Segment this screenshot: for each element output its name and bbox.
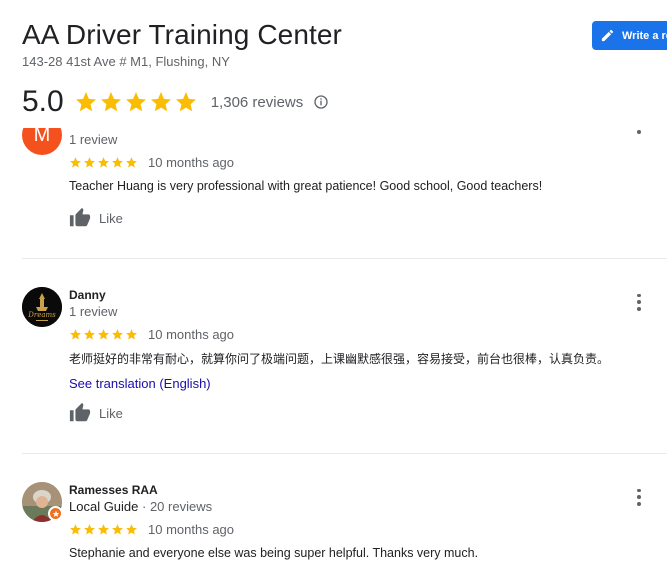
review-text: Teacher Huang is very professional with …: [69, 179, 543, 193]
more-vert-dot: [637, 306, 641, 311]
like-label: Like: [99, 405, 123, 421]
meta-separator: ·: [138, 499, 150, 514]
star-icon: [112, 524, 123, 535]
divider: [22, 453, 667, 454]
star-icon: [84, 329, 95, 340]
star-icon: [84, 524, 95, 535]
review-rating: 10 months ago: [69, 522, 234, 537]
review-text: Stephanie and everyone else was being su…: [69, 546, 479, 560]
more-vert-dot: [637, 501, 641, 506]
review-rating: 10 months ago: [69, 327, 234, 342]
reviewer-name[interactable]: Danny: [69, 288, 106, 302]
overall-rating: 5.0 1,306 reviews: [22, 84, 329, 120]
star-icon: [126, 329, 137, 340]
dreams-logo-icon: Dreams: [22, 287, 62, 327]
review-time: 10 months ago: [148, 327, 235, 342]
avatar-logo-text: Dreams: [27, 311, 56, 319]
like-button[interactable]: Like: [69, 402, 123, 424]
star-icon: [75, 92, 96, 112]
more-options-button[interactable]: [630, 292, 648, 312]
business-title: AA Driver Training Center: [22, 19, 342, 50]
see-translation-link[interactable]: See translation (English): [69, 376, 211, 391]
star-rating: [69, 156, 139, 169]
star-rating: [69, 328, 139, 341]
star-icon: [112, 329, 123, 340]
thumbs-up-icon: [69, 402, 91, 422]
review-time: 10 months ago: [148, 155, 235, 170]
divider: [22, 258, 667, 259]
review-rating: 10 months ago: [69, 155, 234, 170]
star-icon: [125, 92, 146, 112]
reviewer-meta: Local Guide · 20 reviews: [69, 499, 212, 514]
business-address: 143-28 41st Ave # M1, Flushing, NY: [22, 54, 230, 69]
star-icon: [112, 157, 123, 168]
star-icon: [175, 92, 196, 112]
reviewer-name[interactable]: Ramesses RAA: [69, 483, 158, 497]
more-vert-icon: [637, 130, 641, 134]
star-rating: [69, 523, 139, 536]
star-icon: [84, 157, 95, 168]
more-vert-dot: [637, 495, 641, 499]
more-vert-dot: [637, 293, 641, 298]
star-icon: [126, 157, 137, 168]
review-time: 10 months ago: [148, 522, 235, 537]
rating-score: 5.0: [22, 85, 64, 118]
star-icon: [126, 524, 137, 535]
overall-star-rating: [74, 90, 199, 114]
thumbs-up-icon: [69, 207, 91, 227]
more-vert-dot: [637, 300, 641, 304]
write-review-label: Write a review: [622, 29, 667, 42]
like-label: Like: [99, 210, 123, 226]
local-guide-label: Local Guide: [69, 499, 139, 514]
reviewer-meta: 1 review: [69, 304, 118, 319]
write-review-button[interactable]: Write a review: [592, 21, 667, 50]
pencil-icon: [601, 29, 614, 42]
star-icon: [52, 510, 59, 517]
star-icon: [150, 92, 171, 112]
star-icon: [70, 329, 81, 340]
info-icon[interactable]: [313, 94, 329, 110]
reviewer-meta: 1 review: [69, 132, 118, 147]
star-icon: [70, 157, 81, 168]
more-vert-dot: [637, 488, 641, 493]
like-button[interactable]: Like: [69, 207, 123, 229]
star-icon: [98, 157, 109, 168]
star-icon: [70, 524, 81, 535]
more-options-button[interactable]: [630, 487, 648, 507]
review-text: 老师挺好的非常有耐心，就算你问了极端问题，上课幽默感很强，容易接受，前台也很棒，…: [69, 352, 610, 366]
avatar[interactable]: Dreams: [22, 287, 62, 327]
business-header: AA Driver Training Center 143-28 41st Av…: [0, 0, 667, 128]
review-count-label: 20 reviews: [149, 499, 213, 514]
star-icon: [100, 92, 121, 112]
star-icon: [98, 329, 109, 340]
review-count[interactable]: 1,306 reviews: [211, 94, 304, 111]
star-icon: [98, 524, 109, 535]
local-guide-badge: [48, 506, 63, 521]
